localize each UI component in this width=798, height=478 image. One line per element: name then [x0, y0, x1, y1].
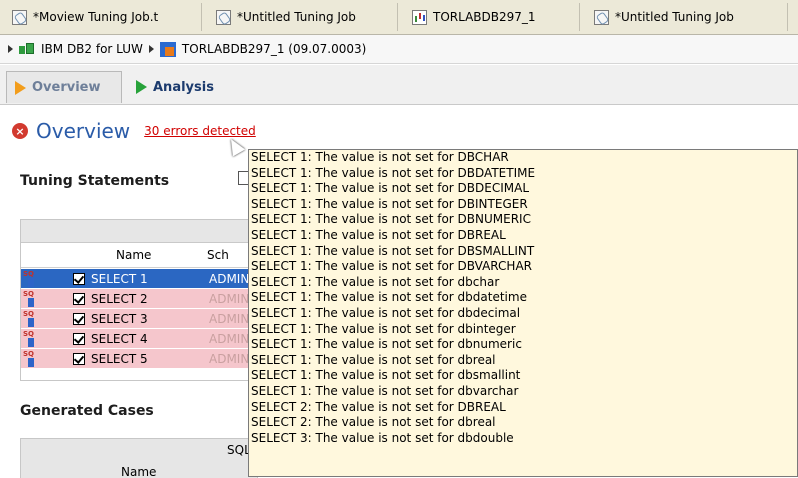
error-item: SELECT 1: The value is not set for dbint…	[251, 321, 516, 336]
tab-label: TORLABDB297_1	[433, 10, 536, 24]
tuning-statements-table: Name Sch SELECT 1 ADMIN SELECT 2 ADMIN S…	[20, 219, 258, 381]
error-item: SELECT 1: The value is not set for dbsma…	[251, 368, 521, 383]
error-item: SELECT 1: The value is not set for dbdat…	[251, 290, 527, 305]
tab-label: *Moview Tuning Job.t	[33, 10, 159, 24]
error-item: SELECT 1: The value is not set for DBREA…	[251, 227, 506, 242]
sql-statement-icon	[23, 270, 41, 287]
tab-label: *Untitled Tuning Job	[237, 10, 356, 24]
play-icon	[15, 80, 26, 95]
error-item: SELECT 1: The value is not set for dbdec…	[251, 305, 521, 320]
error-item: SELECT 1: The value is not set for DBDEC…	[251, 181, 530, 196]
error-item: SELECT 1: The value is not set for DBSMA…	[251, 243, 535, 258]
table-row[interactable]: SELECT 2 ADMIN	[21, 289, 257, 308]
tab-untitled-tuning-job-2[interactable]: *Untitled Tuning Job	[588, 3, 788, 31]
row-name: SELECT 4	[91, 331, 148, 346]
sql-statement-icon	[23, 350, 41, 367]
play-icon	[136, 80, 147, 94]
tuning-job-icon	[12, 9, 27, 25]
chevron-right-icon[interactable]	[148, 45, 154, 53]
breadcrumb: IBM DB2 for LUW TORLABDB297_1 (09.07.000…	[0, 35, 798, 64]
tuning-job-icon	[216, 9, 231, 25]
tab-untitled-tuning-job-1[interactable]: *Untitled Tuning Job	[210, 3, 398, 31]
error-item: SELECT 3: The value is not set for dbdou…	[251, 430, 514, 445]
breadcrumb-item-subsystem[interactable]: TORLABDB297_1 (09.07.0003)	[182, 42, 366, 56]
error-item: SELECT 1: The value is not set for DBNUM…	[251, 212, 531, 227]
tab-overview-label: Overview	[32, 80, 101, 95]
row-name: SELECT 2	[91, 291, 148, 306]
error-item: SELECT 1: The value is not set for DBDAT…	[251, 165, 536, 180]
tuning-job-icon	[594, 9, 609, 25]
sql-statement-icon	[23, 290, 41, 307]
error-item: SELECT 1: The value is not set for DBCHA…	[251, 150, 509, 164]
column-header-name[interactable]: Name	[121, 465, 156, 478]
subsystem-icon	[159, 41, 176, 57]
row-schema: ADMIN	[209, 271, 250, 286]
row-checkbox[interactable]	[73, 332, 85, 345]
table-header: Name Sch	[21, 243, 257, 268]
editor-tab-bar: *Moview Tuning Job.t *Untitled Tuning Jo…	[0, 0, 798, 35]
table-row[interactable]: SELECT 1 ADMIN	[21, 269, 257, 288]
view-tabs: Overview Analysis	[0, 65, 798, 105]
column-header-name[interactable]: Name	[116, 248, 151, 262]
errors-detected-link[interactable]: 30 errors detected	[144, 124, 256, 138]
table-row[interactable]: SELECT 3 ADMIN	[21, 309, 257, 328]
tuning-statements-title: Tuning Statements	[20, 173, 170, 189]
row-checkbox[interactable]	[73, 292, 85, 305]
chevron-right-icon[interactable]	[8, 45, 13, 53]
error-item: SELECT 1: The value is not set for DBVAR…	[251, 259, 532, 274]
row-checkbox[interactable]	[73, 352, 85, 365]
error-item: SELECT 2: The value is not set for DBREA…	[251, 399, 506, 414]
tab-moview-tuning-job[interactable]: *Moview Tuning Job.t	[6, 3, 202, 31]
database-icon	[412, 9, 427, 25]
generated-cases-title: Generated Cases	[20, 403, 154, 419]
tab-analysis[interactable]: Analysis	[128, 71, 228, 103]
table-row[interactable]: SELECT 4 ADMIN	[21, 329, 257, 348]
error-icon: ×	[12, 123, 28, 139]
errors-tooltip: SELECT 1: The value is not set for DBCHA…	[248, 149, 798, 477]
row-name: SELECT 5	[91, 351, 148, 366]
tab-label: *Untitled Tuning Job	[615, 10, 734, 24]
error-item: SELECT 1: The value is not set for dbvar…	[251, 383, 519, 398]
tab-analysis-label: Analysis	[153, 79, 214, 95]
row-checkbox[interactable]	[73, 272, 85, 285]
row-name: SELECT 1	[91, 271, 148, 286]
row-name: SELECT 3	[91, 311, 148, 326]
tab-overview[interactable]: Overview	[6, 71, 122, 103]
row-schema: ADMIN	[209, 351, 250, 366]
sql-statement-icon	[23, 310, 41, 327]
row-schema: ADMIN	[209, 331, 250, 346]
tab-torlabdb297[interactable]: TORLABDB297_1	[406, 3, 580, 31]
generated-cases-table: SQL Name	[20, 438, 258, 478]
error-item: SELECT 1: The value is not set for dbcha…	[251, 274, 500, 289]
sql-statement-icon	[23, 330, 41, 347]
table-row[interactable]: SELECT 5 ADMIN	[21, 349, 257, 368]
row-checkbox[interactable]	[73, 312, 85, 325]
page-title: Overview	[36, 119, 131, 143]
breadcrumb-item-db2[interactable]: IBM DB2 for LUW	[41, 42, 143, 56]
row-schema: ADMIN	[209, 311, 250, 326]
overview-header: × Overview 30 errors detected	[12, 117, 256, 145]
error-item: SELECT 1: The value is not set for dbrea…	[251, 352, 496, 367]
error-item: SELECT 1: The value is not set for dbnum…	[251, 337, 522, 352]
table-group-header	[21, 220, 257, 243]
error-item: SELECT 2: The value is not set for dbrea…	[251, 415, 496, 430]
error-item: SELECT 1: The value is not set for DBINT…	[251, 196, 528, 211]
row-schema: ADMIN	[209, 291, 250, 306]
database-server-icon	[19, 42, 35, 56]
column-header-schema[interactable]: Sch	[207, 248, 229, 262]
